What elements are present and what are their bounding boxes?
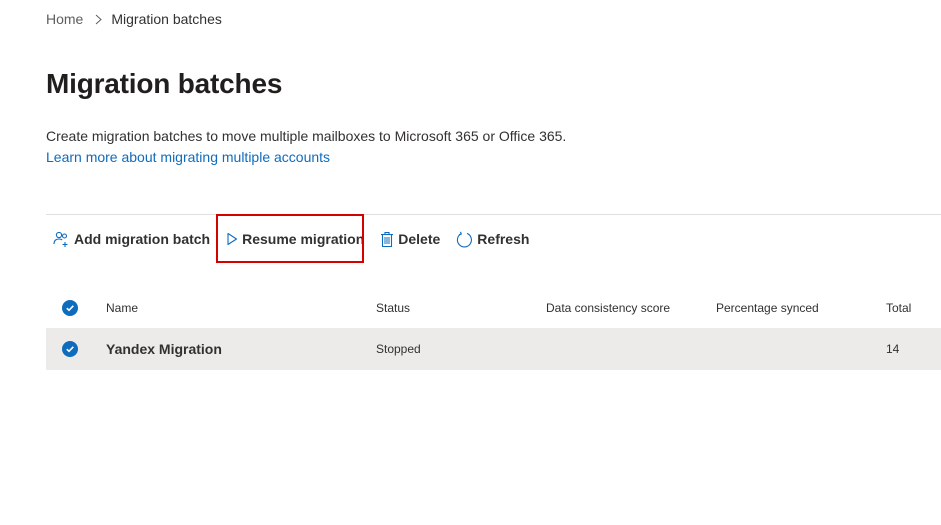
column-header-percentage-synced[interactable]: Percentage synced	[716, 287, 819, 328]
checkmark-circle-icon	[62, 341, 78, 357]
select-all-checkbox[interactable]	[62, 287, 78, 328]
resume-migration-button[interactable]: Resume migration	[220, 219, 370, 259]
breadcrumb: Home Migration batches	[46, 10, 222, 28]
column-header-data-consistency-score[interactable]: Data consistency score	[546, 287, 670, 328]
refresh-label: Refresh	[477, 231, 530, 247]
table-header-row: Name Status Data consistency score Perce…	[46, 287, 941, 328]
row-total: 14	[886, 342, 900, 356]
row-status: Stopped	[376, 342, 421, 356]
column-header-name[interactable]: Name	[106, 287, 138, 328]
breadcrumb-home-link[interactable]: Home	[46, 11, 83, 27]
column-header-total[interactable]: Total	[886, 287, 911, 328]
command-bar: Add migration batch Resume migration Del…	[46, 219, 537, 259]
toolbar-divider	[46, 214, 941, 215]
refresh-icon	[456, 231, 473, 248]
breadcrumb-current: Migration batches	[111, 11, 222, 27]
page-title: Migration batches	[46, 68, 283, 99]
row-checkbox[interactable]	[62, 328, 78, 370]
add-migration-batch-button[interactable]: Add migration batch	[46, 219, 220, 259]
checkmark-circle-icon	[62, 299, 78, 316]
chevron-right-icon	[94, 14, 103, 25]
page-description: Create migration batches to move multipl…	[46, 128, 567, 144]
people-add-icon	[52, 230, 70, 248]
resume-migration-label: Resume migration	[242, 231, 365, 247]
delete-label: Delete	[398, 231, 441, 247]
play-icon	[226, 232, 238, 246]
column-header-status[interactable]: Status	[376, 287, 410, 328]
refresh-button[interactable]: Refresh	[448, 219, 537, 259]
trash-icon	[380, 231, 394, 248]
learn-more-link[interactable]: Learn more about migrating multiple acco…	[46, 149, 330, 165]
add-migration-batch-label: Add migration batch	[74, 231, 211, 247]
migration-batches-page: Home Migration batches Migration batches…	[0, 0, 941, 525]
table-row[interactable]: Yandex Migration Stopped 14	[46, 328, 941, 370]
migration-batches-table: Name Status Data consistency score Perce…	[46, 287, 941, 370]
delete-button[interactable]: Delete	[370, 219, 448, 259]
row-name[interactable]: Yandex Migration	[106, 328, 222, 370]
